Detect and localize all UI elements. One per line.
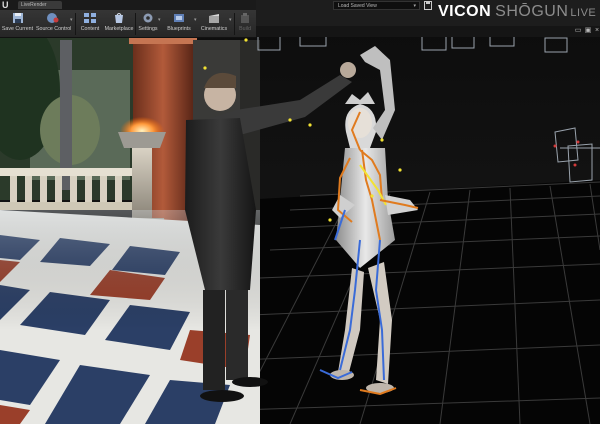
editor-toolbar: U LiveRender Save Current Source Control… (0, 0, 256, 38)
content-browser-icon (84, 13, 96, 23)
brand-shogun: SHŌGUN (495, 3, 569, 20)
marketplace-button[interactable]: Marketplace (104, 11, 134, 36)
settings-icon (143, 13, 153, 23)
cinematics-icon (209, 14, 219, 23)
toolbar-divider (234, 13, 235, 35)
settings-dropdown-icon[interactable]: ▾ (158, 17, 161, 23)
build-icon (241, 13, 249, 23)
level-tab[interactable]: LiveRender (18, 1, 62, 9)
brand-vicon: VICON (438, 3, 492, 20)
cinematics-dropdown-icon[interactable]: ▾ (229, 17, 232, 23)
build-button[interactable]: Build (236, 11, 254, 36)
viewport[interactable] (0, 0, 600, 424)
save-current-button[interactable]: Save Current (1, 11, 34, 36)
source-control-dropdown-icon[interactable]: ▾ (70, 17, 73, 23)
save-icon (12, 13, 23, 23)
restore-icon[interactable]: ▣ (584, 27, 592, 35)
saved-view-label: Load Saved View (338, 3, 377, 9)
level-tab-strip: U LiveRender (0, 0, 256, 10)
marketplace-icon (115, 13, 123, 23)
viewport-header-strip (256, 26, 600, 37)
content-button[interactable]: Content (78, 11, 102, 36)
close-icon[interactable]: × (593, 27, 600, 35)
settings-button[interactable]: Settings (137, 11, 159, 36)
source-control-icon (47, 13, 59, 23)
brand-live: LIVE (570, 7, 597, 19)
source-control-button[interactable]: Source Control (36, 11, 71, 36)
chevron-down-icon: ▾ (413, 3, 416, 9)
save-view-icon[interactable] (424, 1, 432, 10)
maximize-icon[interactable]: ▭ (574, 27, 582, 35)
toolbar-divider (75, 13, 76, 35)
blueprints-dropdown-icon[interactable]: ▾ (194, 17, 197, 23)
load-saved-view-dropdown[interactable]: Load Saved View ▾ (333, 1, 420, 10)
blueprints-icon (174, 14, 184, 22)
cinematics-button[interactable]: Cinematics (199, 11, 229, 36)
toolbar-divider (135, 13, 136, 35)
viewport-render (0, 0, 600, 424)
blueprints-button[interactable]: Blueprints (164, 11, 194, 36)
unreal-logo-icon: U (2, 0, 9, 10)
capture-volume-floor (239, 180, 600, 424)
vicon-shogun-live-logo: VICON SHŌGUN LIVE (438, 3, 596, 21)
